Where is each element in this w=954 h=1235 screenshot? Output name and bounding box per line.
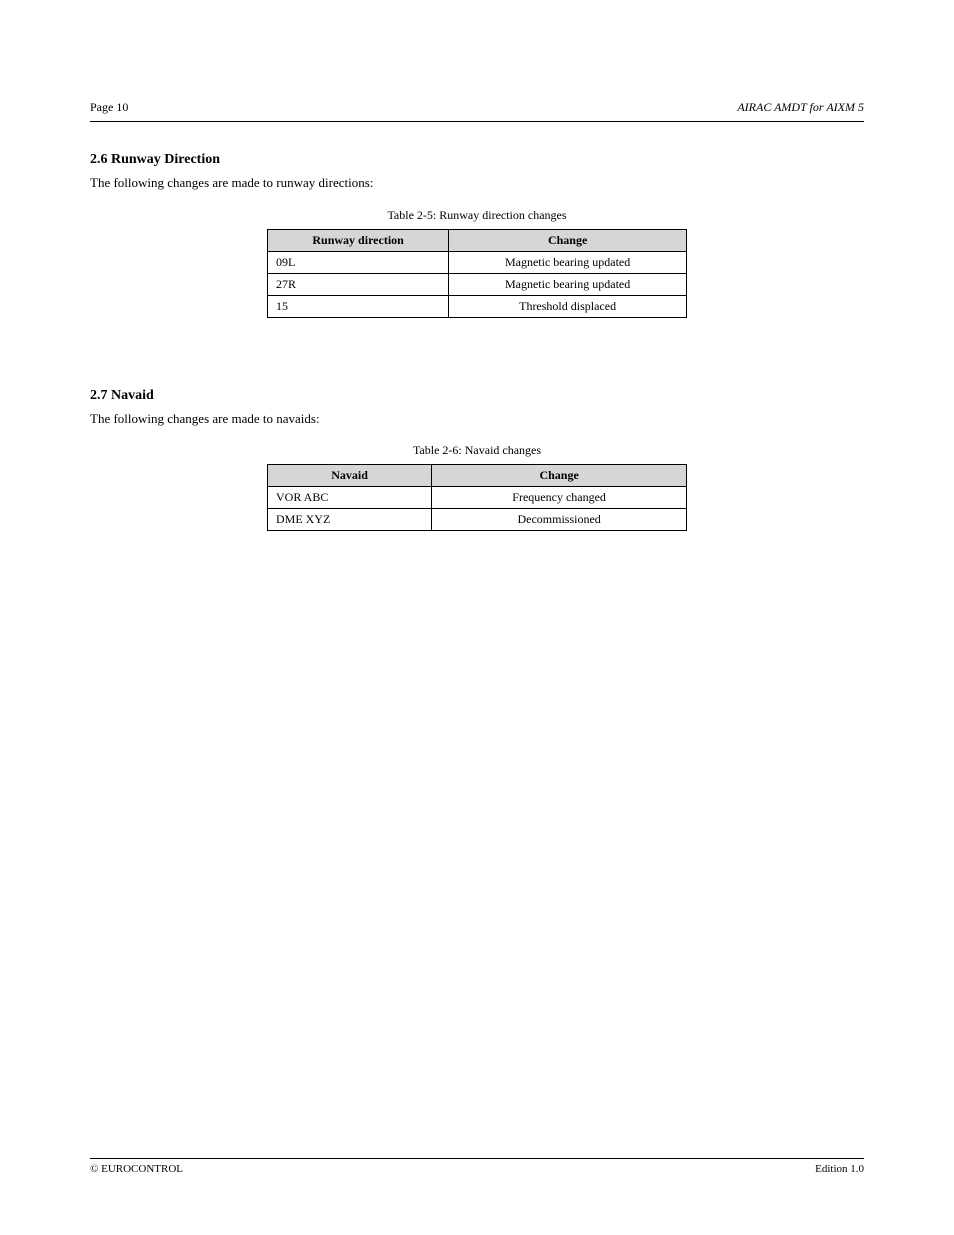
table-cell: Frequency changed [432, 487, 687, 509]
table-cell: 27R [268, 273, 449, 295]
table-row: VOR ABC Frequency changed [268, 487, 687, 509]
table-cell: Decommissioned [432, 509, 687, 531]
table-cell: 15 [268, 295, 449, 317]
table-cell: 09L [268, 251, 449, 273]
footer-rule [90, 1158, 864, 1159]
table-cell: Threshold displaced [449, 295, 687, 317]
section-intro-navaid: The following changes are made to navaid… [90, 410, 864, 428]
section-intro-runway: The following changes are made to runway… [90, 174, 864, 192]
footer-text-row: © EUROCONTROL Edition 1.0 [90, 1163, 864, 1175]
table-header-cell: Change [432, 465, 687, 487]
section-title-runway: 2.6 Runway Direction [90, 152, 864, 168]
table-caption-navaid: Table 2-6: Navaid changes [90, 443, 864, 458]
spacer [90, 328, 864, 368]
table-row: 09L Magnetic bearing updated [268, 251, 687, 273]
table-caption-runway: Table 2-5: Runway direction changes [90, 208, 864, 223]
table-header-cell: Change [449, 229, 687, 251]
table-runway: Runway direction Change 09L Magnetic bea… [267, 229, 687, 318]
table-row: 15 Threshold displaced [268, 295, 687, 317]
table-cell: Magnetic bearing updated [449, 251, 687, 273]
section-title-navaid: 2.7 Navaid [90, 388, 864, 404]
table-cell: VOR ABC [268, 487, 432, 509]
table-header-cell: Navaid [268, 465, 432, 487]
table-cell: Magnetic bearing updated [449, 273, 687, 295]
footer-right: Edition 1.0 [815, 1163, 864, 1175]
header-right: AIRAC AMDT for AIXM 5 [737, 100, 864, 115]
table-row: 27R Magnetic bearing updated [268, 273, 687, 295]
table-header-row: Navaid Change [268, 465, 687, 487]
table-row: DME XYZ Decommissioned [268, 509, 687, 531]
header-left: Page 10 [90, 100, 128, 115]
table-header-row: Runway direction Change [268, 229, 687, 251]
page-header: Page 10 AIRAC AMDT for AIXM 5 [90, 100, 864, 115]
page: Page 10 AIRAC AMDT for AIXM 5 2.6 Runway… [0, 0, 954, 1235]
table-cell: DME XYZ [268, 509, 432, 531]
page-footer: © EUROCONTROL Edition 1.0 [90, 1150, 864, 1175]
header-rule [90, 121, 864, 122]
footer-left: © EUROCONTROL [90, 1163, 183, 1175]
table-header-cell: Runway direction [268, 229, 449, 251]
table-navaid: Navaid Change VOR ABC Frequency changed … [267, 464, 687, 531]
